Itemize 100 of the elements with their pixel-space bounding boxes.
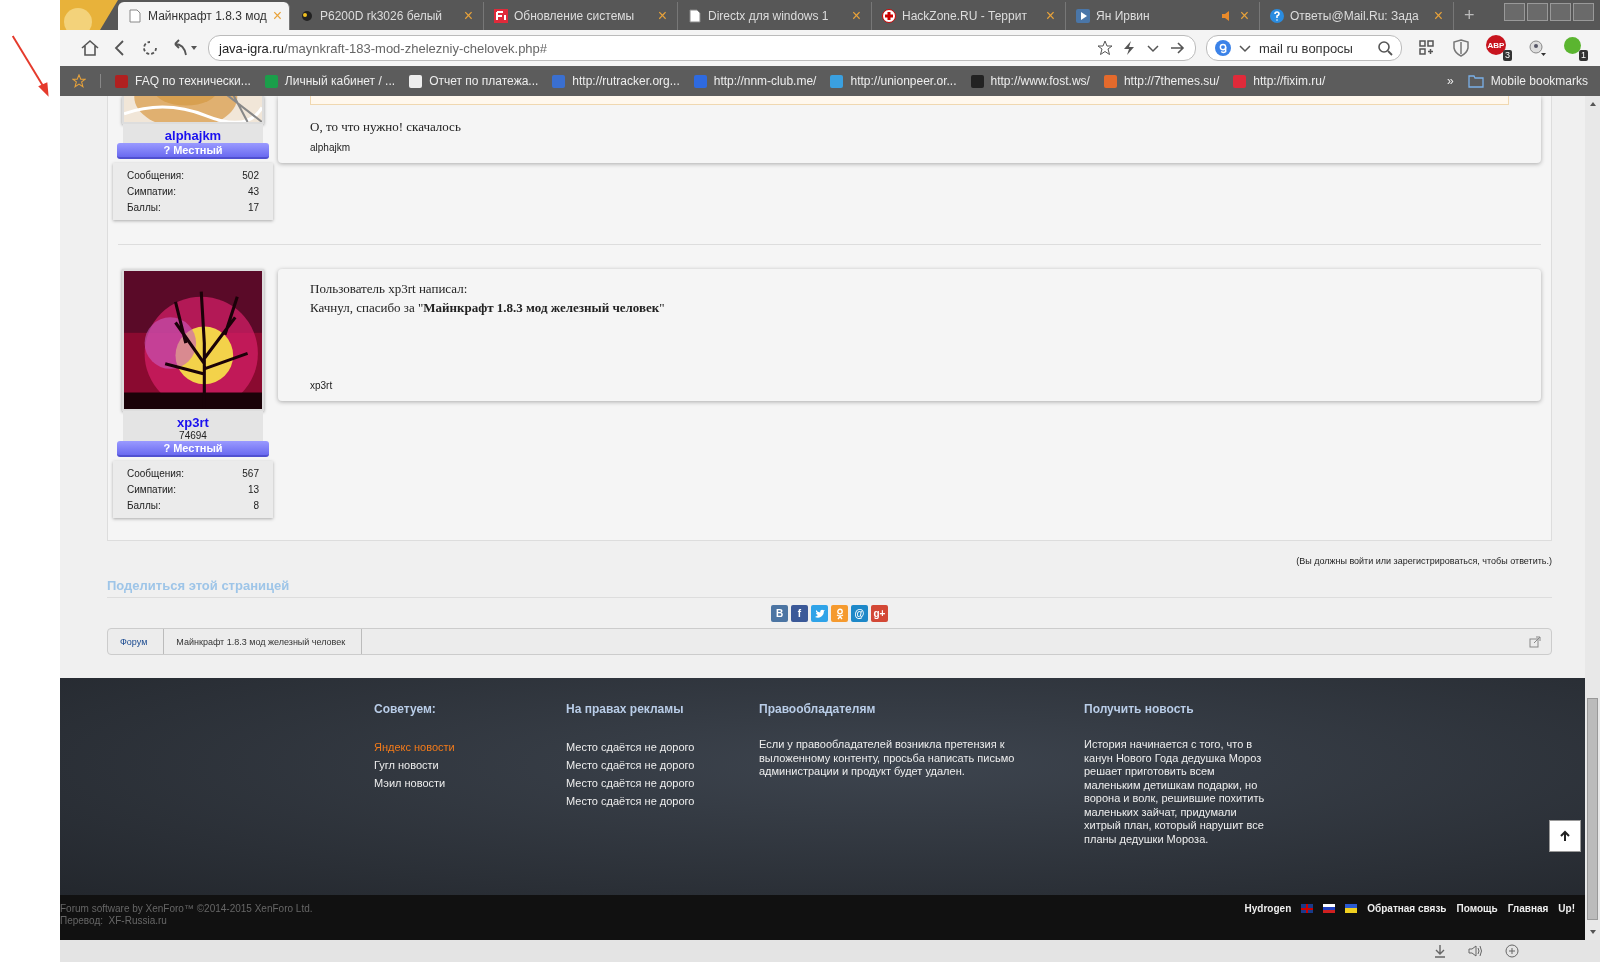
tab-close[interactable]: × bbox=[1239, 7, 1249, 25]
scrollbar[interactable] bbox=[1585, 96, 1600, 940]
breadcrumb-link[interactable]: Майнкрафт 1.8.3 мод железный человек bbox=[164, 629, 363, 654]
zoom-icon[interactable] bbox=[1504, 944, 1520, 958]
tab-title: Ответы@Mail.Ru: Зада bbox=[1290, 9, 1420, 23]
question-icon bbox=[1270, 9, 1284, 23]
footer-link[interactable]: Обратная связь bbox=[1367, 903, 1447, 914]
bookmark-item[interactable]: Личный кабинет / ... bbox=[264, 74, 396, 88]
tab-title: Майнкрафт 1.8.3 мод bbox=[148, 9, 267, 23]
bookmark-item[interactable]: http://nnm-club.me/ bbox=[693, 74, 817, 88]
stat-value: 13 bbox=[247, 483, 259, 497]
stat-value: 43 bbox=[247, 185, 259, 199]
stat-label: Симпатии: bbox=[127, 483, 176, 497]
rank-badge: ? Местный bbox=[117, 143, 269, 159]
new-tab-button[interactable]: + bbox=[1464, 5, 1475, 26]
scrollbar-thumb[interactable] bbox=[1587, 698, 1598, 920]
username-link[interactable]: xp3rt bbox=[177, 415, 209, 430]
arrow-right-icon[interactable] bbox=[1169, 40, 1185, 56]
tab-close[interactable]: × bbox=[851, 7, 861, 25]
count-badge: 1 bbox=[1579, 50, 1588, 61]
footer-link[interactable]: Up! bbox=[1558, 903, 1575, 914]
search-icon[interactable] bbox=[1377, 40, 1393, 56]
site-icon bbox=[970, 74, 984, 88]
page-icon bbox=[128, 9, 142, 23]
more-bookmarks-button[interactable]: » bbox=[1446, 74, 1454, 88]
scroll-to-top-button[interactable] bbox=[1549, 820, 1581, 852]
gplus-share-button[interactable]: g+ bbox=[871, 605, 888, 622]
stat-label: Баллы: bbox=[127, 499, 161, 513]
russian-flag-icon[interactable] bbox=[1323, 904, 1336, 913]
lightning-icon[interactable] bbox=[1121, 40, 1137, 56]
grid-icon[interactable] bbox=[1418, 39, 1436, 57]
footer-link[interactable]: Место сдаётся не дорого bbox=[566, 792, 759, 810]
fi-icon bbox=[494, 9, 508, 23]
bookmark-item[interactable]: http://fixim.ru/ bbox=[1233, 74, 1326, 88]
bookmark-item[interactable]: Отчет по платежа... bbox=[409, 74, 539, 88]
stat-label: Сообщения: bbox=[127, 169, 185, 183]
tab-close[interactable]: × bbox=[463, 7, 473, 25]
style-chooser-link[interactable]: Hydrogen bbox=[1244, 903, 1292, 914]
folder-icon bbox=[1467, 74, 1484, 88]
search-field[interactable]: mail ru вопросы bbox=[1206, 35, 1402, 61]
footer-text: Если у правообладателей возникла претензия к выложенному контенту, просьба написать письмо администрации и продукт будет удален. bbox=[759, 738, 1016, 779]
tab-title: P6200D rk3026 белый bbox=[320, 9, 444, 23]
signature: alphajkm bbox=[310, 142, 352, 153]
breadcrumb-link[interactable]: Форум bbox=[108, 629, 165, 654]
message-text: О, то что нужно! скачалось bbox=[310, 118, 462, 136]
bookmark-item[interactable]: http://unionpeer.or... bbox=[830, 74, 957, 88]
page-icon bbox=[688, 9, 702, 23]
footer-link[interactable]: Место сдаётся не дорого bbox=[566, 738, 759, 756]
facebook-share-button[interactable]: f bbox=[791, 605, 808, 622]
play-icon bbox=[1076, 9, 1090, 23]
message-text: Качнул, спасибо за "Майнкрафт 1.8.3 мод железный человек" bbox=[310, 299, 666, 317]
footer-link[interactable]: Место сдаётся не дорого bbox=[566, 774, 759, 792]
footer-link[interactable]: Место сдаётся не дорого bbox=[566, 756, 759, 774]
twitter-share-button[interactable] bbox=[811, 605, 828, 622]
external-link-icon[interactable] bbox=[1529, 635, 1541, 648]
tab-close[interactable]: × bbox=[1433, 7, 1443, 25]
user-number: 74694 bbox=[179, 430, 207, 441]
speaker-icon[interactable] bbox=[1468, 944, 1484, 958]
site-icon bbox=[264, 74, 278, 88]
site-icon bbox=[115, 74, 128, 88]
site-icon bbox=[552, 74, 566, 88]
share-heading: Поделиться этой страницей bbox=[107, 578, 1552, 598]
mobile-bookmarks-item[interactable]: Mobile bookmarks bbox=[1467, 74, 1588, 88]
tab-close[interactable]: × bbox=[657, 7, 667, 25]
browser-tab[interactable]: Майнкрафт 1.8.3 мод × bbox=[118, 2, 290, 30]
tab-title: HackZone.RU - Террит bbox=[902, 9, 1028, 23]
footer-heading: На правах рекламы bbox=[566, 702, 685, 716]
footer-heading: Получить новость bbox=[1084, 702, 1195, 716]
adblock-icon[interactable]: ABP bbox=[1486, 35, 1506, 55]
tab-title: Обновление системы bbox=[514, 9, 636, 23]
stat-label: Баллы: bbox=[127, 201, 161, 215]
footer-link[interactable]: Главная bbox=[1507, 903, 1549, 914]
footer-link[interactable]: Мэил новости bbox=[374, 774, 566, 792]
site-icon bbox=[693, 74, 707, 88]
footer-link[interactable]: Яндекс новости bbox=[374, 738, 566, 756]
footer-link[interactable]: Гугл новости bbox=[374, 756, 566, 774]
stat-label: Сообщения: bbox=[127, 467, 185, 481]
home-icon[interactable] bbox=[80, 38, 100, 58]
bookmark-item[interactable]: http://7themes.su/ bbox=[1103, 74, 1220, 88]
uk-flag-icon[interactable] bbox=[1301, 904, 1314, 913]
star-icon[interactable] bbox=[1097, 40, 1113, 56]
download-icon[interactable] bbox=[1432, 944, 1448, 958]
bookmark-item[interactable]: http://rutracker.org... bbox=[552, 74, 680, 88]
tab-close[interactable]: × bbox=[1045, 7, 1055, 25]
stat-value: 567 bbox=[242, 467, 259, 481]
tab-title: Directx для windows 1 bbox=[708, 9, 830, 23]
footer-heading: Правообладателям bbox=[759, 702, 877, 716]
footer-heading: Советуем: bbox=[374, 702, 437, 716]
shield-icon[interactable] bbox=[1452, 39, 1470, 57]
address-bar[interactable]: java-igra.ru/maynkraft-183-mod-zhelezniy-chelovek.php# bbox=[208, 35, 1196, 61]
translation-credit: Перевод: XF-Russia.ru bbox=[60, 915, 168, 927]
mail-share-button[interactable]: @ bbox=[851, 605, 868, 622]
ukrainian-flag-icon[interactable] bbox=[1345, 904, 1358, 913]
message-text: Пользователь xp3rt написал: bbox=[310, 280, 469, 298]
footer-link[interactable]: Помощь bbox=[1456, 903, 1498, 914]
vk-share-button[interactable]: B bbox=[771, 605, 788, 622]
bookmark-item[interactable]: FAQ по технически... bbox=[115, 74, 251, 88]
bookmark-item[interactable]: http://www.fost.ws/ bbox=[970, 74, 1090, 88]
reload-icon[interactable] bbox=[140, 38, 160, 58]
star-icon[interactable] bbox=[72, 74, 86, 88]
